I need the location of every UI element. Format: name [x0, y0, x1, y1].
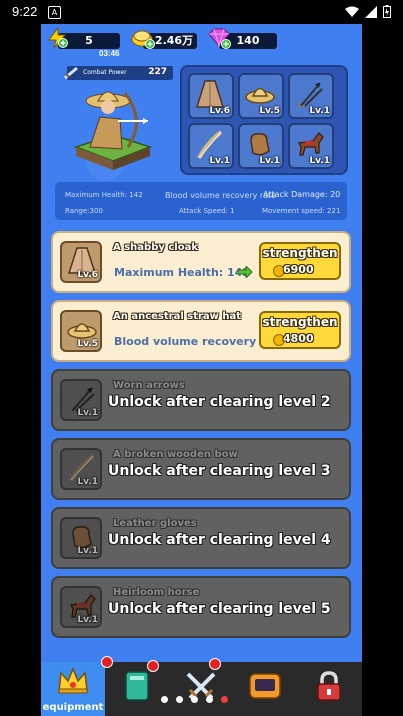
page-indicator [161, 696, 228, 703]
item-icon-box: Lv.1 [60, 586, 102, 628]
tab-battle[interactable] [169, 658, 233, 716]
lock-icon [317, 671, 341, 701]
attribute-clip: Blood volume recovery rate [53, 302, 265, 360]
game-screen: 5 03:46 2.46万 140 Combat Power 227 Lv.6 [41, 24, 362, 716]
item-icon-box: Lv.1 [60, 379, 102, 421]
energy-value: 5 [85, 34, 93, 47]
item-name: Worn arrows [113, 380, 185, 391]
equipment-slots-panel: Lv.6 Lv.5 Lv.1 Lv.1 Lv.1 Lv.1 [180, 65, 348, 175]
tab-equipment[interactable]: equipment [41, 656, 113, 716]
system-icons [345, 5, 391, 18]
strengthen-cost: 6900 [283, 263, 314, 276]
crown-icon [58, 667, 88, 694]
item-level: Lv.1 [77, 477, 98, 487]
tab-book[interactable] [105, 660, 169, 716]
status-time: 9:22 [12, 4, 38, 19]
strengthen-label: strengthen [262, 315, 338, 329]
equipment-card-bow[interactable]: Lv.1 A broken wooden bow Unlock after cl… [51, 438, 351, 500]
page-dot [206, 696, 213, 703]
strengthen-cost: 4800 [283, 332, 314, 345]
gem-counter[interactable]: 140 [208, 28, 277, 49]
unlock-requirement: Unlock after clearing level 4 [108, 532, 331, 548]
energy-plus-icon[interactable] [46, 27, 68, 49]
slot-cloak[interactable]: Lv.6 [188, 73, 234, 119]
stat-max-health: Maximum Health: 142 [65, 191, 143, 199]
status-bar: 9:22 A [0, 0, 403, 24]
hero-stats-panel: Maximum Health: 142 Blood volume recover… [55, 182, 347, 220]
slot-horse[interactable]: Lv.1 [288, 123, 334, 169]
battery-icon [383, 5, 391, 18]
slot-level: Lv.1 [309, 106, 330, 116]
item-level: Lv.1 [77, 615, 98, 625]
tab-locked[interactable] [297, 662, 361, 716]
equipment-card-arrows[interactable]: Lv.1 Worn arrows Unlock after clearing l… [51, 369, 351, 431]
stat-attack-speed: Attack Speed: 1 [179, 207, 235, 215]
item-attribute: Maximum Health: 142 [114, 266, 250, 279]
wifi-icon [345, 6, 359, 17]
stat-range: Range:300 [65, 207, 103, 215]
item-name: Heirloom horse [113, 587, 200, 598]
equipment-card-horse[interactable]: Lv.1 Heirloom horse Unlock after clearin… [51, 576, 351, 638]
slot-level: Lv.1 [209, 156, 230, 166]
slot-gloves[interactable]: Lv.1 [238, 123, 284, 169]
gem-value: 140 [236, 34, 260, 47]
notification-dot [209, 658, 221, 670]
item-level: Lv.1 [77, 408, 98, 418]
slot-level: Lv.1 [309, 156, 330, 166]
slot-straw-hat[interactable]: Lv.5 [238, 73, 284, 119]
page-dot [161, 696, 168, 703]
strengthen-label: strengthen [262, 246, 338, 260]
page-dot [176, 696, 183, 703]
equipment-card-straw-hat[interactable]: Lv.5 An ancestral straw hat Blood volume… [51, 300, 351, 362]
slot-level: Lv.5 [259, 106, 280, 116]
item-attribute: Blood volume recovery rate [114, 335, 265, 348]
slot-level: Lv.1 [259, 156, 280, 166]
slot-arrows[interactable]: Lv.1 [288, 73, 334, 119]
strengthen-button[interactable]: strengthen 4800 [259, 311, 341, 349]
slot-bow[interactable]: Lv.1 [188, 123, 234, 169]
combat-power-label: Combat Power [83, 69, 127, 76]
tab-label: equipment [42, 702, 104, 713]
unlock-requirement: Unlock after clearing level 3 [108, 463, 331, 479]
item-level: Lv.1 [77, 546, 98, 556]
item-name: Leather gloves [113, 518, 197, 529]
attribute-clip: Maximum Health: 142 [53, 233, 265, 291]
stat-blood-recovery: Blood volume recovery rate [165, 191, 277, 200]
unlock-requirement: Unlock after clearing level 5 [108, 601, 331, 617]
book-icon [125, 671, 149, 701]
equipment-card-cloak[interactable]: Lv.6 A shabby cloak Maximum Health: 142 … [51, 231, 351, 293]
upgrade-arrow-icon [237, 266, 253, 278]
tab-device[interactable] [233, 662, 297, 716]
item-icon-box: Lv.1 [60, 517, 102, 559]
slot-level: Lv.6 [209, 106, 230, 116]
page-dot-active [221, 696, 228, 703]
strengthen-button[interactable]: strengthen 6900 [259, 242, 341, 280]
unlock-requirement: Unlock after clearing level 2 [108, 394, 331, 410]
gold-plus-icon[interactable] [131, 27, 155, 49]
hero-archer-image [73, 91, 153, 170]
energy-timer: 03:46 [99, 49, 120, 58]
notification-icon: A [48, 6, 61, 19]
stat-attack-damage: Attack Damage: 20 [263, 190, 341, 199]
item-name: A broken wooden bow [113, 449, 238, 460]
equipment-card-gloves[interactable]: Lv.1 Leather gloves Unlock after clearin… [51, 507, 351, 569]
bottom-nav: equipment [41, 656, 362, 716]
notification-dot [147, 660, 159, 672]
item-icon-box: Lv.1 [60, 448, 102, 490]
gem-plus-icon[interactable] [207, 27, 231, 49]
gold-counter[interactable]: 2.46万 [131, 30, 197, 49]
tablet-icon [249, 673, 281, 699]
signal-icon [365, 5, 377, 18]
page-dot [191, 696, 198, 703]
combat-power-value: 227 [148, 67, 167, 77]
energy-counter[interactable]: 5 [48, 27, 120, 49]
stat-movement-speed: Movement speed: 221 [262, 207, 341, 215]
